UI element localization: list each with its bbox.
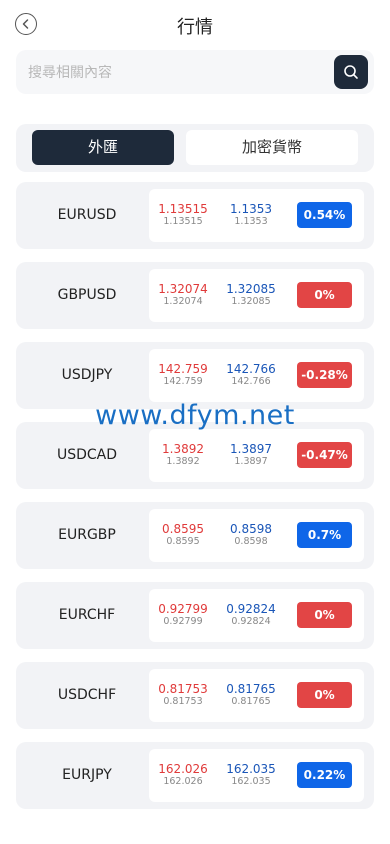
bid-sub-value: 1.3892 bbox=[166, 456, 200, 467]
ask-sub-value: 0.92824 bbox=[231, 616, 271, 627]
ask-value: 1.32085 bbox=[226, 282, 276, 296]
ask-price: 1.1353 1.1353 bbox=[220, 202, 282, 228]
quote-symbol: USDCHF bbox=[57, 687, 117, 703]
quote-row[interactable]: USDCHF 0.81753 0.81753 0.81765 0.81765 0% bbox=[16, 662, 374, 729]
quote-row[interactable]: USDJPY 142.759 142.759 142.766 142.766 -0.28% bbox=[16, 342, 374, 409]
bid-sub-value: 1.32074 bbox=[163, 296, 203, 307]
bid-price: 1.3892 1.3892 bbox=[152, 442, 214, 468]
ask-value: 142.766 bbox=[226, 362, 276, 376]
ask-value: 0.8598 bbox=[230, 522, 272, 536]
bid-price: 142.759 142.759 bbox=[152, 362, 214, 388]
ask-price: 0.8598 0.8598 bbox=[220, 522, 282, 548]
quote-row[interactable]: EURUSD 1.13515 1.13515 1.1353 1.1353 0.54% bbox=[16, 182, 374, 249]
change-badge: -0.28% bbox=[297, 362, 352, 388]
quote-prices: 162.026 162.026 162.035 162.035 0.22% bbox=[149, 749, 364, 802]
ask-value: 1.1353 bbox=[230, 202, 272, 216]
change-badge: 0.54% bbox=[297, 202, 352, 228]
ask-price: 142.766 142.766 bbox=[220, 362, 282, 388]
ask-sub-value: 162.035 bbox=[231, 776, 271, 787]
change-badge: -0.47% bbox=[297, 442, 352, 468]
quote-symbol: EURCHF bbox=[58, 607, 116, 623]
quote-symbol: EURJPY bbox=[62, 767, 112, 783]
bid-value: 142.759 bbox=[158, 362, 208, 376]
tab-crypto[interactable]: 加密貨幣 bbox=[186, 130, 358, 165]
change-badge: 0.22% bbox=[297, 762, 352, 788]
ask-sub-value: 0.81765 bbox=[231, 696, 271, 707]
bid-sub-value: 142.759 bbox=[163, 376, 203, 387]
search-bar bbox=[16, 50, 374, 94]
bid-value: 162.026 bbox=[158, 762, 208, 776]
ask-sub-value: 1.1353 bbox=[234, 216, 268, 227]
bid-price: 0.81753 0.81753 bbox=[152, 682, 214, 708]
quote-row[interactable]: USDCAD 1.3892 1.3892 1.3897 1.3897 -0.47% bbox=[16, 422, 374, 489]
quote-prices: 0.8595 0.8595 0.8598 0.8598 0.7% bbox=[149, 509, 364, 562]
bid-sub-value: 0.81753 bbox=[163, 696, 203, 707]
ask-sub-value: 1.3897 bbox=[234, 456, 268, 467]
bid-price: 1.13515 1.13515 bbox=[152, 202, 214, 228]
quote-prices: 1.13515 1.13515 1.1353 1.1353 0.54% bbox=[149, 189, 364, 242]
quote-symbol: EURGBP bbox=[58, 527, 116, 543]
quote-row[interactable]: EURGBP 0.8595 0.8595 0.8598 0.8598 0.7% bbox=[16, 502, 374, 569]
quote-row[interactable]: EURJPY 162.026 162.026 162.035 162.035 0.22% bbox=[16, 742, 374, 809]
ask-sub-value: 1.32085 bbox=[231, 296, 271, 307]
ask-price: 0.81765 0.81765 bbox=[220, 682, 282, 708]
header: 行情 bbox=[0, 0, 390, 50]
bid-sub-value: 0.92799 bbox=[163, 616, 203, 627]
bid-value: 1.3892 bbox=[162, 442, 204, 456]
bid-sub-value: 1.13515 bbox=[163, 216, 203, 227]
quote-prices: 142.759 142.759 142.766 142.766 -0.28% bbox=[149, 349, 364, 402]
bid-price: 162.026 162.026 bbox=[152, 762, 214, 788]
search-input[interactable] bbox=[26, 60, 330, 86]
page-title: 行情 bbox=[177, 17, 213, 38]
bid-value: 1.32074 bbox=[158, 282, 208, 296]
ask-value: 1.3897 bbox=[230, 442, 272, 456]
bid-value: 0.81753 bbox=[158, 682, 208, 696]
bid-sub-value: 162.026 bbox=[163, 776, 203, 787]
quote-row[interactable]: EURCHF 0.92799 0.92799 0.92824 0.92824 0% bbox=[16, 582, 374, 649]
ask-value: 0.81765 bbox=[226, 682, 276, 696]
ask-price: 162.035 162.035 bbox=[220, 762, 282, 788]
tab-forex[interactable]: 外匯 bbox=[32, 130, 174, 165]
search-button[interactable] bbox=[334, 55, 368, 89]
ask-sub-value: 0.8598 bbox=[234, 536, 268, 547]
quote-prices: 1.3892 1.3892 1.3897 1.3897 -0.47% bbox=[149, 429, 364, 482]
bid-value: 0.8595 bbox=[162, 522, 204, 536]
ask-price: 1.3897 1.3897 bbox=[220, 442, 282, 468]
bid-value: 0.92799 bbox=[158, 602, 208, 616]
ask-value: 0.92824 bbox=[226, 602, 276, 616]
bid-price: 0.8595 0.8595 bbox=[152, 522, 214, 548]
bid-price: 1.32074 1.32074 bbox=[152, 282, 214, 308]
change-badge: 0% bbox=[297, 282, 352, 308]
market-tabs: 外匯 加密貨幣 bbox=[16, 124, 374, 172]
change-badge: 0.7% bbox=[297, 522, 352, 548]
bid-sub-value: 0.8595 bbox=[166, 536, 200, 547]
change-badge: 0% bbox=[297, 682, 352, 708]
quote-symbol: USDCAD bbox=[56, 447, 118, 463]
quote-symbol: GBPUSD bbox=[57, 287, 117, 303]
ask-sub-value: 142.766 bbox=[231, 376, 271, 387]
quote-prices: 1.32074 1.32074 1.32085 1.32085 0% bbox=[149, 269, 364, 322]
ask-price: 1.32085 1.32085 bbox=[220, 282, 282, 308]
bid-price: 0.92799 0.92799 bbox=[152, 602, 214, 628]
quote-symbol: USDJPY bbox=[61, 367, 113, 383]
search-icon bbox=[344, 65, 358, 79]
quote-prices: 0.92799 0.92799 0.92824 0.92824 0% bbox=[149, 589, 364, 642]
bid-value: 1.13515 bbox=[158, 202, 208, 216]
ask-value: 162.035 bbox=[226, 762, 276, 776]
change-badge: 0% bbox=[297, 602, 352, 628]
quote-symbol: EURUSD bbox=[57, 207, 117, 223]
ask-price: 0.92824 0.92824 bbox=[220, 602, 282, 628]
quote-prices: 0.81753 0.81753 0.81765 0.81765 0% bbox=[149, 669, 364, 722]
quote-row[interactable]: GBPUSD 1.32074 1.32074 1.32085 1.32085 0% bbox=[16, 262, 374, 329]
